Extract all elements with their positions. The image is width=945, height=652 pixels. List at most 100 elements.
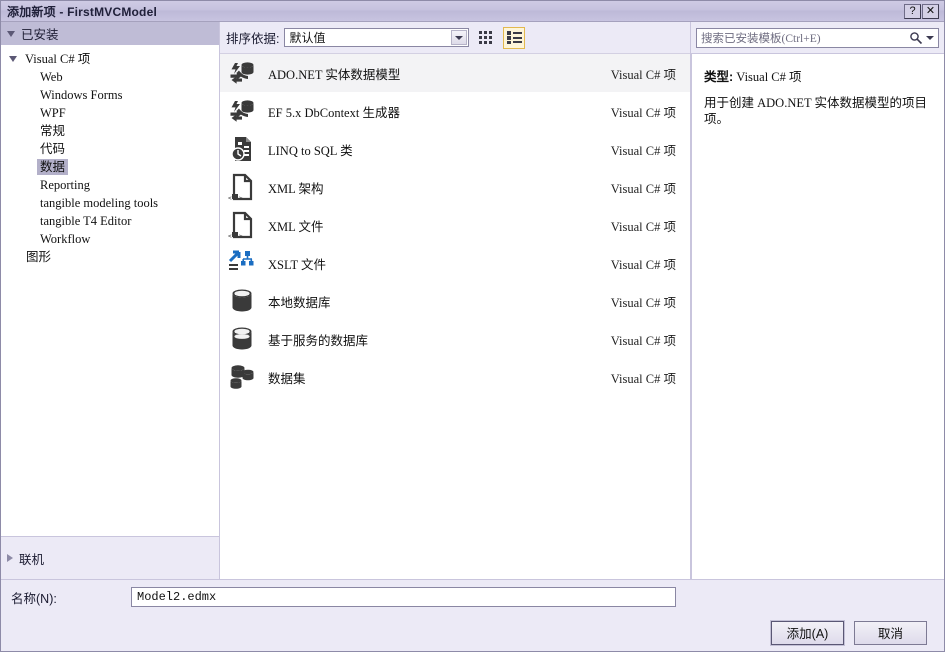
window-controls: ? ✕ <box>904 3 942 19</box>
tree-item-label: Reporting <box>40 178 90 192</box>
template-list-item[interactable]: EF 5.x DbContext 生成器 Visual C# 项 <box>220 92 690 130</box>
detail-type-value: Visual C# 项 <box>736 70 802 84</box>
xslt-file-icon <box>226 247 258 279</box>
grid-view-icon <box>478 31 492 44</box>
installed-header[interactable]: 已安装 <box>1 22 219 45</box>
small-icons-view-button[interactable] <box>475 27 497 49</box>
template-list-item[interactable]: 数据集 Visual C# 项 <box>220 358 690 396</box>
window-title: 添加新项 - FirstMVCModel <box>7 4 157 19</box>
chevron-down-icon[interactable] <box>926 35 934 40</box>
xslt-file-icon <box>228 250 254 270</box>
name-row: 名称(N): Model2.edmx <box>1 580 944 614</box>
template-kind: Visual C# 项 <box>610 181 676 196</box>
tree-item-label: Windows Forms <box>40 88 123 102</box>
close-button[interactable]: ✕ <box>922 3 939 19</box>
template-name: XSLT 文件 <box>268 257 327 272</box>
template-name: XML 文件 <box>268 219 324 234</box>
tree-item[interactable]: WPF <box>1 104 219 122</box>
svg-text:>: > <box>239 233 243 240</box>
tree-item[interactable]: tangible T4 Editor <box>1 212 219 230</box>
template-list-item[interactable]: < > XML 架构 Visual C# 项 <box>220 168 690 206</box>
chevron-down-icon[interactable] <box>451 30 468 45</box>
tree-item-label: 代码 <box>40 142 66 156</box>
chevron-right-icon <box>7 554 13 562</box>
template-list-item[interactable]: < > XML 文件 Visual C# 项 <box>220 206 690 244</box>
service-database-icon <box>232 327 252 350</box>
template-list[interactable]: ADO.NET 实体数据模型 Visual C# 项 EF 5.x DbConte… <box>220 53 690 579</box>
template-list-item[interactable]: 本地数据库 Visual C# 项 <box>220 282 690 320</box>
detail-description: 用于创建 ADO.NET 实体数据模型的项目项。 <box>704 96 928 126</box>
template-name: XML 架构 <box>268 181 324 196</box>
name-label: 名称(N): <box>11 591 57 606</box>
template-list-item[interactable]: XSLT 文件 Visual C# 项 <box>220 244 690 282</box>
online-section[interactable]: 联机 <box>1 537 219 579</box>
dataset-icon <box>230 365 254 389</box>
tree-item[interactable]: Workflow <box>1 230 219 248</box>
template-name: 基于服务的数据库 <box>268 333 369 348</box>
help-button[interactable]: ? <box>904 3 921 19</box>
template-kind: Visual C# 项 <box>610 333 676 348</box>
detail-type-row: 类型: Visual C# 项 <box>704 66 932 85</box>
entity-model-icon <box>226 95 258 127</box>
dialog-body: 已安装 Visual C# 项 Web Windows Forms WPF 常规代码数据… <box>1 22 944 579</box>
tree-item[interactable]: Windows Forms <box>1 86 219 104</box>
template-list-item[interactable]: ADO.NET 实体数据模型 Visual C# 项 <box>220 54 690 92</box>
title-bar: 添加新项 - FirstMVCModel ? ✕ <box>1 1 944 22</box>
installed-header-label: 已安装 <box>21 28 59 42</box>
template-kind: Visual C# 项 <box>610 257 676 272</box>
list-view-icon <box>506 31 522 44</box>
xml-file-icon: < > <box>228 211 253 240</box>
svg-text:<: < <box>228 233 232 240</box>
cancel-button[interactable]: 取消 <box>854 620 927 645</box>
tree-item[interactable]: Reporting <box>1 176 219 194</box>
local-database-icon <box>232 289 252 312</box>
sort-by-dropdown[interactable]: 默认值 <box>284 28 470 47</box>
tree-item[interactable]: tangible modeling tools <box>1 194 219 212</box>
add-button[interactable]: 添加(A) <box>771 620 844 645</box>
tree-item[interactable]: 数据 <box>1 158 219 176</box>
template-details: 类型: Visual C# 项 用于创建 ADO.NET 实体数据模型的项目项。 <box>691 53 944 579</box>
template-kind: Visual C# 项 <box>610 295 676 310</box>
tree-item-label: Workflow <box>40 232 91 246</box>
tree-item[interactable]: Visual C# 项 <box>1 50 219 68</box>
tree-item-label: tangible T4 Editor <box>40 214 132 228</box>
tree-item[interactable]: Web <box>1 68 219 86</box>
template-list-panel: 排序依据: 默认值 ADO.NET 实体数据模型 Visual C# 项 EF … <box>220 22 691 579</box>
medium-icons-view-button[interactable] <box>503 26 526 49</box>
template-list-item[interactable]: 基于服务的数据库 Visual C# 项 <box>220 320 690 358</box>
entity-model-icon <box>230 100 254 122</box>
template-name: 数据集 <box>268 371 306 386</box>
local-database-icon <box>226 285 258 317</box>
xml-schema-icon: < > <box>226 171 258 203</box>
template-kind: Visual C# 项 <box>610 105 676 120</box>
template-kind: Visual C# 项 <box>610 219 676 234</box>
svg-text:<: < <box>228 195 232 202</box>
entity-model-icon <box>226 57 258 89</box>
search-icon <box>910 31 923 44</box>
search-input[interactable]: 搜索已安装模板(Ctrl+E) <box>701 30 909 46</box>
name-input[interactable]: Model2.edmx <box>131 587 676 607</box>
template-kind: Visual C# 项 <box>610 67 676 82</box>
tree-item[interactable]: 常规 <box>1 122 219 140</box>
search-area: 搜索已安装模板(Ctrl+E) <box>691 22 944 53</box>
tree-item-label: Web <box>40 70 63 84</box>
category-tree[interactable]: Visual C# 项 Web Windows Forms WPF 常规代码数据 Repo… <box>1 45 219 537</box>
tree-item-label: 数据 <box>37 159 69 175</box>
search-input-wrapper[interactable]: 搜索已安装模板(Ctrl+E) <box>696 27 939 48</box>
sort-by-value: 默认值 <box>289 31 326 45</box>
installed-templates-panel: 已安装 Visual C# 项 Web Windows Forms WPF 常规代码数据… <box>1 22 220 579</box>
search-controls[interactable] <box>909 31 936 45</box>
tree-item[interactable]: 代码 <box>1 140 219 158</box>
chevron-down-icon <box>7 30 15 37</box>
template-list-item[interactable]: LINQ to SQL 类 Visual C# 项 <box>220 130 690 168</box>
tree-item-label: 常规 <box>40 124 66 138</box>
chevron-down-icon[interactable] <box>9 56 17 62</box>
dialog-footer: 名称(N): Model2.edmx 添加(A) 取消 <box>1 579 944 651</box>
template-kind: Visual C# 项 <box>610 143 676 158</box>
template-kind: Visual C# 项 <box>610 371 676 386</box>
linq-to-sql-icon <box>226 133 258 165</box>
template-name: LINQ to SQL 类 <box>268 143 353 158</box>
tree-item[interactable]: 图形 <box>1 248 219 266</box>
tree-item-label: Visual C# 项 <box>25 52 91 66</box>
xml-schema-icon: < > <box>228 173 253 202</box>
